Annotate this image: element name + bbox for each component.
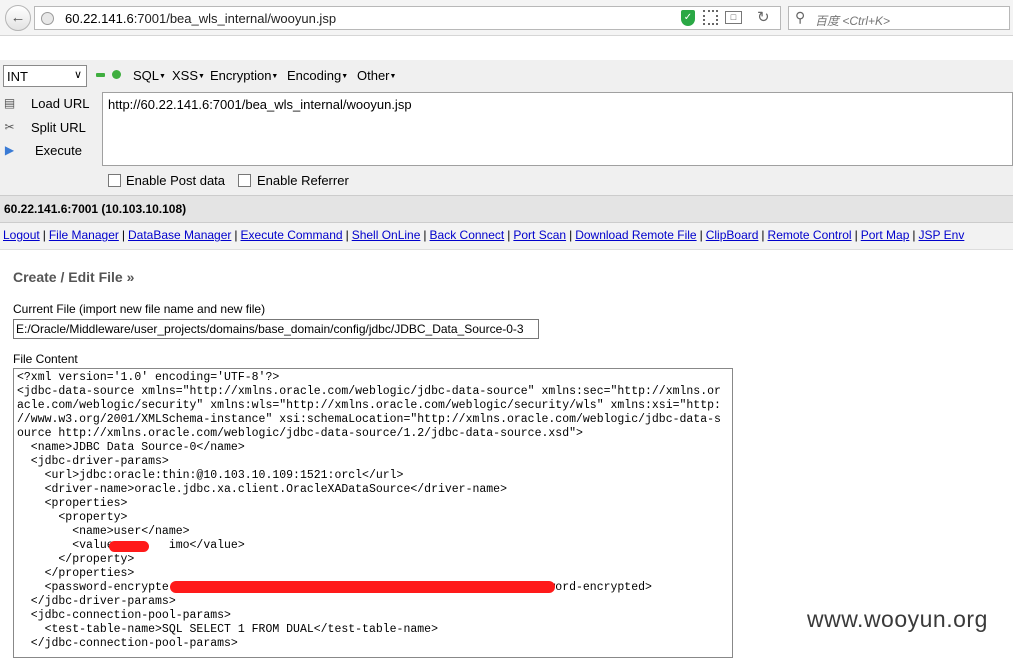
nav-link-shell-online[interactable]: Shell OnLine xyxy=(352,228,421,242)
menu-xss[interactable]: XSS▼ xyxy=(172,68,205,83)
nav-link-jsp-env[interactable]: JSP Env xyxy=(919,228,965,242)
code-line: <property> xyxy=(17,511,128,524)
code-line: <properties> xyxy=(17,497,128,510)
code-line: //www.w3.org/2001/XMLSchema-instance" xs… xyxy=(17,413,721,426)
referrer-label: Enable Referrer xyxy=(257,173,349,188)
split-url-button[interactable]: ✂ Split URL xyxy=(0,118,100,140)
page-title: Create / Edit File » xyxy=(13,269,135,285)
execute-button[interactable]: ▶ Execute xyxy=(0,141,100,163)
nav-link-logout[interactable]: Logout xyxy=(3,228,40,242)
code-line: <name>user</name> xyxy=(17,525,190,538)
nav-separator: | xyxy=(569,228,573,242)
nav-separator: | xyxy=(854,228,858,242)
scissors-icon: ✂ xyxy=(4,120,15,134)
code-line: <?xml version='1.0' encoding='UTF-8'?> xyxy=(17,371,280,384)
redaction-mark xyxy=(170,581,555,593)
code-line: acle.com/weblogic/security" xmlns:wls="h… xyxy=(17,399,721,412)
nav-separator: | xyxy=(121,228,125,242)
file-content-label: File Content xyxy=(13,352,78,366)
nav-link-port-map[interactable]: Port Map xyxy=(861,228,910,242)
code-line: </property> xyxy=(17,553,135,566)
address-text: 60.22.141.6:7001/bea_wls_internal/wooyun… xyxy=(65,11,337,26)
search-box[interactable]: ⚲ 百度 <Ctrl+K> xyxy=(788,6,1010,30)
current-file-label: Current File (import new file name and n… xyxy=(13,302,266,316)
host-header: 60.22.141.6:7001 (10.103.10.108) xyxy=(0,195,1013,223)
nav-link-clipboard[interactable]: ClipBoard xyxy=(706,228,759,242)
code-line: <test-table-name>SQL SELECT 1 FROM DUAL<… xyxy=(17,623,438,636)
nav-link-remote-control[interactable]: Remote Control xyxy=(768,228,852,242)
watermark: www.wooyun.org xyxy=(807,606,988,632)
code-line: <url>jdbc:oracle:thin:@10.103.10.109:152… xyxy=(17,469,404,482)
nav-bar: Logout | File Manager | DataBase Manager | Exe… xyxy=(0,223,1013,250)
back-arrow-icon[interactable]: ← xyxy=(5,5,31,31)
load-icon: ▤ xyxy=(3,96,16,110)
load-url-button[interactable]: ▤ Load URL xyxy=(0,94,100,116)
code-line: <jdbc-connection-pool-params> xyxy=(17,609,231,622)
nav-link-file-manager[interactable]: File Manager xyxy=(49,228,119,242)
minus-icon[interactable] xyxy=(96,73,105,77)
nav-links: Logout | File Manager | DataBase Manager | Exe… xyxy=(3,228,964,242)
qr-code-icon[interactable] xyxy=(703,10,718,25)
redaction-mark xyxy=(109,541,149,552)
globe-icon xyxy=(41,12,54,25)
nav-link-port-scan[interactable]: Port Scan xyxy=(513,228,566,242)
nav-separator: | xyxy=(507,228,511,242)
referrer-checkbox[interactable] xyxy=(238,174,251,187)
nav-separator: | xyxy=(42,228,46,242)
shield-icon[interactable]: ✓ xyxy=(681,10,695,26)
url-textarea[interactable]: http://60.22.141.6:7001/bea_wls_internal… xyxy=(102,92,1013,166)
menu-sql[interactable]: SQL▼ xyxy=(133,68,166,83)
current-file-input[interactable]: E:/Oracle/Middleware/user_projects/domai… xyxy=(13,319,539,339)
menu-other[interactable]: Other▼ xyxy=(357,68,396,83)
play-icon: ▶ xyxy=(4,143,15,157)
browser-toolbar: ← 60.22.141.6:7001/bea_wls_internal/wooy… xyxy=(0,0,1013,36)
address-bar[interactable]: 60.22.141.6:7001/bea_wls_internal/wooyun… xyxy=(34,6,781,30)
code-line: <name>JDBC Data Source-0</name> xyxy=(17,441,245,454)
file-content-textarea[interactable]: <?xml version='1.0' encoding='UTF-8'?> <j… xyxy=(13,368,733,658)
nav-link-download-remote-file[interactable]: Download Remote File xyxy=(575,228,696,242)
nav-link-execute-command[interactable]: Execute Command xyxy=(241,228,343,242)
nav-separator: | xyxy=(699,228,703,242)
plus-icon[interactable] xyxy=(112,70,121,79)
hackbar-panel: INT ∨ SQL▼ XSS▼ Encryption▼ Encoding▼ Oth… xyxy=(0,60,1013,195)
nav-link-back-connect[interactable]: Back Connect xyxy=(430,228,505,242)
nav-separator: | xyxy=(234,228,238,242)
menu-encryption[interactable]: Encryption▼ xyxy=(210,68,278,83)
code-line: ource http://xmlns.oracle.com/weblogic/j… xyxy=(17,427,583,440)
nav-link-database-manager[interactable]: DataBase Manager xyxy=(128,228,231,242)
int-select[interactable]: INT ∨ xyxy=(3,65,87,87)
nav-separator: | xyxy=(423,228,427,242)
code-line: </jdbc-driver-params> xyxy=(17,595,176,608)
search-placeholder: 百度 <Ctrl+K> xyxy=(815,14,891,28)
post-data-checkbox[interactable] xyxy=(108,174,121,187)
reload-icon[interactable]: ↻ xyxy=(757,8,770,26)
code-line: <jdbc-driver-params> xyxy=(17,455,169,468)
post-data-label: Enable Post data xyxy=(126,173,226,188)
search-icon: ⚲ xyxy=(795,9,806,25)
nav-separator: | xyxy=(345,228,349,242)
reader-mode-icon[interactable]: □ xyxy=(725,11,742,24)
chevron-down-icon: ∨ xyxy=(73,69,82,81)
code-line: </properties> xyxy=(17,567,135,580)
code-line: </jdbc-connection-pool-params> xyxy=(17,637,238,650)
code-line: <driver-name>oracle.jdbc.xa.client.Oracl… xyxy=(17,483,507,496)
code-line: <jdbc-data-source xmlns="http://xmlns.or… xyxy=(17,385,721,398)
nav-separator: | xyxy=(761,228,765,242)
nav-separator: | xyxy=(912,228,916,242)
menu-encoding[interactable]: Encoding▼ xyxy=(287,68,348,83)
